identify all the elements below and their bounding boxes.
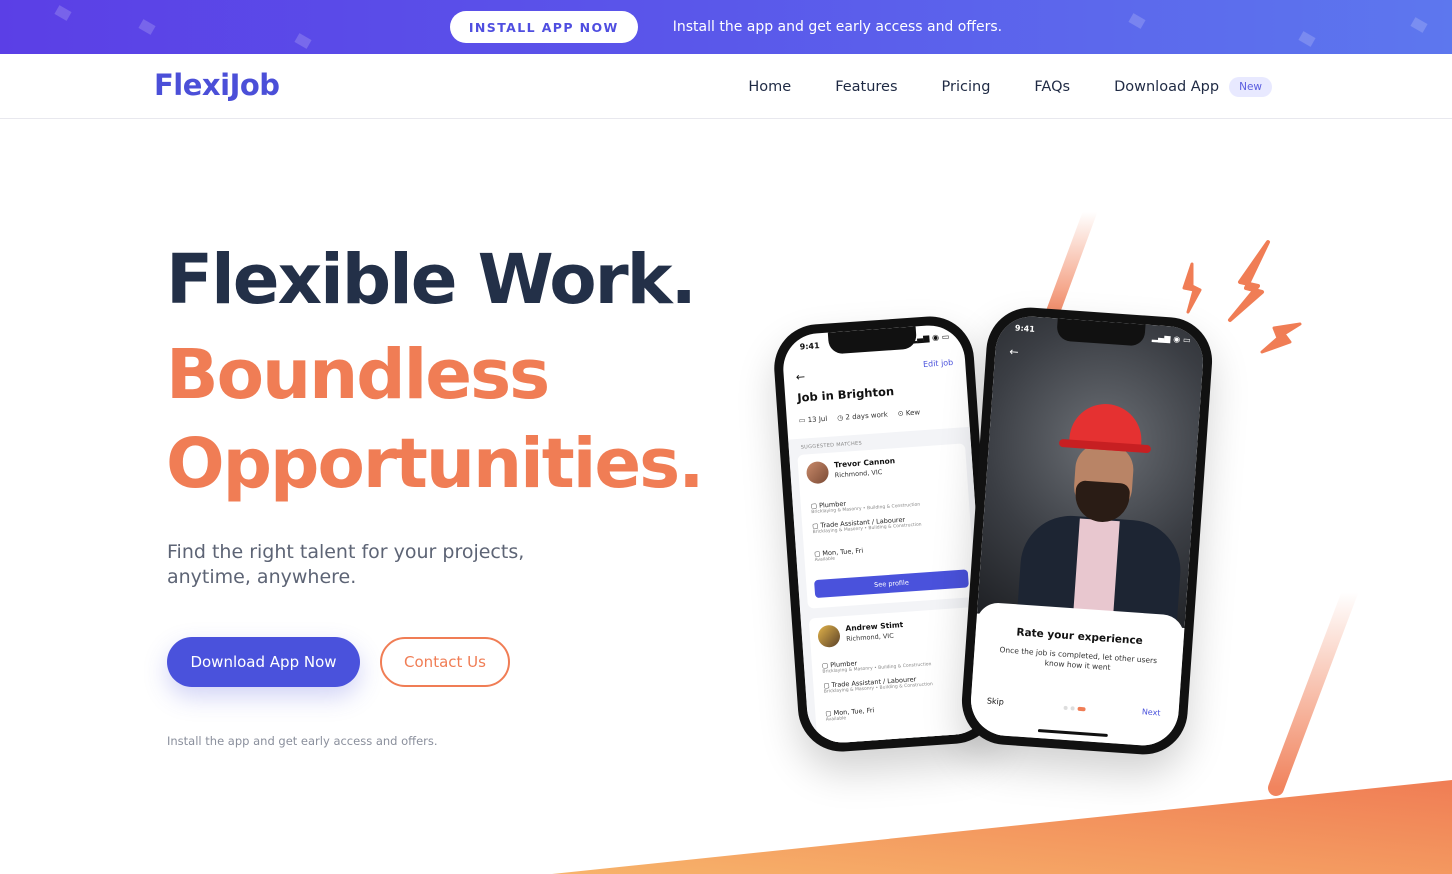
nav-features[interactable]: Features — [835, 79, 897, 95]
role-item: ▢ Trade Assistant / Labourer Bricklaying … — [811, 515, 922, 536]
availability: ▢ Mon, Tue, Fri Available — [813, 546, 864, 564]
avatar — [817, 624, 841, 648]
hero-subtitle: Find the right talent for your projects,… — [167, 541, 525, 588]
page-dot-active — [1077, 706, 1086, 712]
contact-us-button[interactable]: Contact Us — [380, 637, 510, 687]
role-item: ▢ Plumber Bricklaying & Masonry • Buildin… — [810, 499, 921, 516]
job-title: Job in Brighton — [796, 384, 895, 405]
job-meta: ▭ 13 Jul ◷ 2 days work ⊙ Kew — [798, 406, 961, 425]
back-arrow-icon[interactable]: ← — [795, 370, 805, 384]
phone-mockup-rating: 9:41 ▂▄▆ ◉ ▭ ← Rate your experience Once … — [958, 304, 1216, 758]
signal-icon: ▂▄▆ ◉ ▭ — [910, 332, 950, 344]
nav-pricing[interactable]: Pricing — [942, 79, 991, 95]
location-pin-icon: ⊙ Kew — [897, 408, 921, 418]
avatar — [805, 460, 830, 485]
phone-screen: 9:41 ▂▄▆ ◉ ▭ ← Rate your experience Once … — [968, 314, 1206, 748]
status-time: 9:41 — [799, 341, 820, 352]
calendar-icon: ▭ 13 Jul — [798, 414, 828, 425]
candidate-card[interactable]: Andrew Stimt Richmond, VIC ▢ Plumber Bric… — [808, 606, 987, 745]
nav-links: Home Features Pricing FAQs Download App … — [748, 54, 1272, 119]
candidate-location: Richmond, VIC — [845, 631, 895, 644]
candidate-card[interactable]: Trevor Cannon Richmond, VIC ▢ Plumber Bri… — [797, 443, 976, 609]
phone-notch — [827, 326, 918, 355]
hero-title-line1: Flexible Work. — [166, 240, 697, 320]
confetti-decoration — [1410, 17, 1428, 33]
status-time: 9:41 — [1014, 323, 1036, 334]
new-badge: New — [1229, 76, 1272, 97]
role-item: ▢ Plumber Bricklaying & Masonry • Buildin… — [821, 659, 932, 675]
hero-title-line3: Opportunities. — [166, 424, 704, 504]
rating-description: Once the job is completed, let other use… — [999, 645, 1158, 672]
see-profile-button[interactable]: See profile — [814, 569, 969, 599]
role-item: ▢ Trade Assistant / Labourer Bricklaying … — [823, 675, 933, 695]
candidate-name: Andrew Stimt — [845, 620, 904, 634]
orange-wedge — [552, 780, 1452, 874]
lightning-icon — [1182, 262, 1202, 314]
availability: ▢ Mon, Tue, Fri Available — [825, 706, 875, 723]
confetti-decoration — [1128, 13, 1146, 29]
promo-text: Install the app and get early access and… — [672, 19, 1003, 35]
job-date: 13 Jul — [807, 414, 828, 425]
orange-streak — [1043, 205, 1097, 327]
phone-screen: 9:41 ▂▄▆ ◉ ▭ ← Edit job Job in Brighton ▭… — [780, 323, 992, 745]
navbar: FlexiJob Home Features Pricing FAQs Down… — [0, 54, 1452, 119]
suggested-matches: SUGGESTED MATCHES Trevor Cannon Richmond… — [788, 426, 992, 745]
hero-title-line2: Boundless — [166, 335, 550, 415]
page-dot — [1063, 705, 1068, 711]
nav-faqs[interactable]: FAQs — [1034, 79, 1070, 95]
hero-note: Install the app and get early access and… — [167, 734, 438, 748]
rating-sheet: Rate your experience Once the job is com… — [968, 601, 1186, 748]
nav-home[interactable]: Home — [748, 79, 791, 95]
edit-job-link[interactable]: Edit job — [923, 358, 954, 369]
job-location: Kew — [905, 408, 921, 418]
confetti-decoration — [294, 33, 312, 49]
confetti-decoration — [54, 5, 72, 21]
section-label: SUGGESTED MATCHES — [800, 440, 863, 451]
install-app-button[interactable]: INSTALL APP NOW — [449, 11, 638, 43]
lightning-icon — [1228, 240, 1270, 322]
home-indicator — [1037, 729, 1108, 737]
worker-photo — [976, 314, 1206, 644]
confetti-decoration — [1298, 31, 1316, 47]
candidate-location: Richmond, VIC — [834, 468, 883, 480]
page-dot — [1070, 706, 1075, 711]
job-duration: 2 days work — [845, 410, 889, 422]
promo-banner: INSTALL APP NOW Install the app and get … — [0, 0, 1452, 54]
lightning-icon — [1260, 322, 1302, 354]
pagination-dots — [1063, 705, 1086, 712]
logo[interactable]: FlexiJob — [154, 68, 280, 102]
confetti-decoration — [138, 19, 156, 35]
next-button[interactable]: Next — [1142, 707, 1161, 717]
candidate-name: Trevor Cannon — [833, 456, 896, 470]
download-app-button[interactable]: Download App Now — [167, 637, 360, 687]
orange-streak — [1268, 584, 1358, 796]
clock-icon: ◷ 2 days work — [836, 410, 889, 423]
back-arrow-icon[interactable]: ← — [1009, 345, 1019, 359]
nav-download-app[interactable]: Download App — [1114, 79, 1219, 95]
skip-button[interactable]: Skip — [987, 696, 1005, 706]
